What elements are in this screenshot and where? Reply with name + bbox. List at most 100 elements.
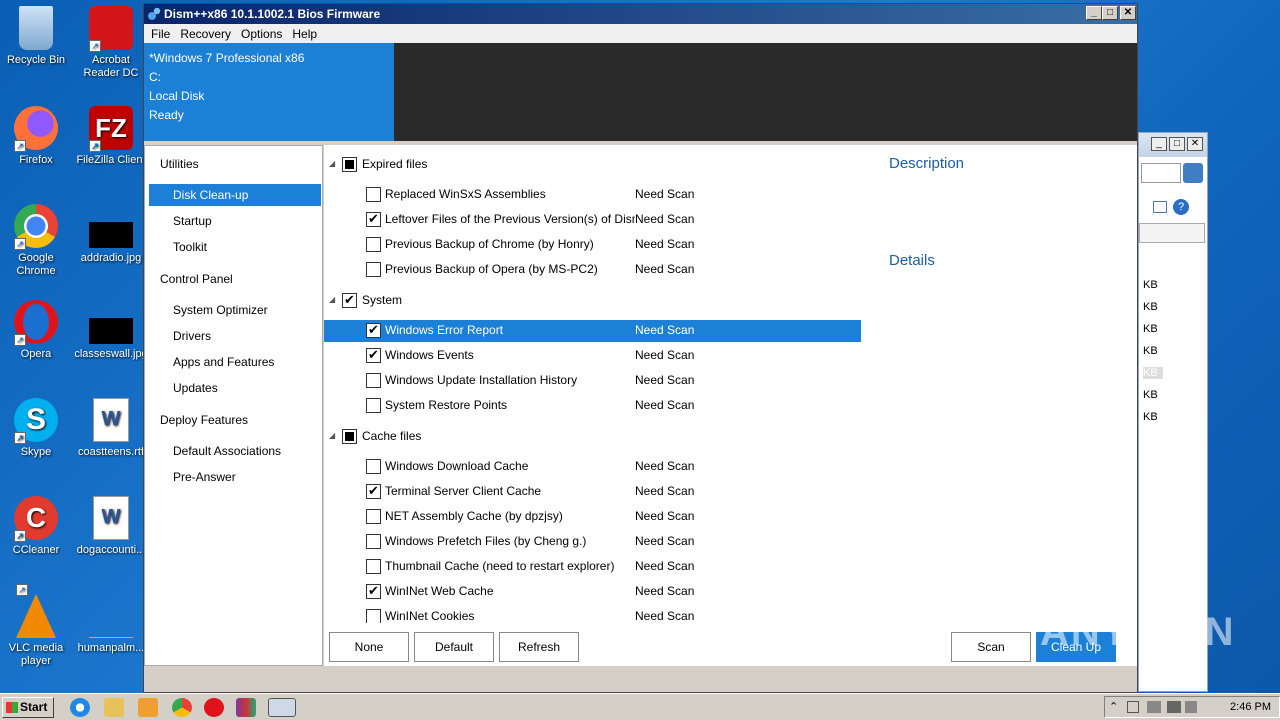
close-icon[interactable]: ✕ [1187, 137, 1203, 151]
list-item[interactable]: WinINet Cookies Need Scan [324, 606, 861, 623]
item-checkbox[interactable] [366, 583, 381, 599]
sidebar-item-updates[interactable]: Updates [173, 381, 218, 395]
item-checkbox[interactable] [366, 559, 381, 574]
desktop-icon-humanpalm[interactable]: humanpalm... [73, 594, 149, 655]
background-window[interactable]: _ □ ✕ ? KB KB KB KB KB KB KB [1138, 132, 1208, 692]
column-header[interactable] [1139, 223, 1205, 243]
group-expired-files[interactable]: ◢ Expired files [324, 154, 861, 176]
desktop-icon-dogaccounting[interactable]: W dogaccounti... [73, 496, 149, 557]
group-system[interactable]: ◢ System [324, 290, 861, 312]
refresh-button[interactable]: Refresh [499, 632, 579, 662]
maximize-icon[interactable]: □ [1169, 137, 1185, 151]
preview-pane-icon[interactable] [1153, 201, 1167, 213]
item-checkbox[interactable] [366, 187, 381, 202]
desktop-icon-opera[interactable]: ↗ Opera [0, 300, 74, 361]
image-info[interactable]: *Windows 7 Professional x86 C: Local Dis… [144, 43, 394, 141]
list-item[interactable]: WinINet Web Cache Need Scan [324, 581, 861, 603]
sidebar-item-pre-answer[interactable]: Pre-Answer [173, 470, 236, 484]
sidebar-item-disk-cleanup[interactable]: Disk Clean-up [149, 184, 321, 206]
item-checkbox[interactable] [366, 347, 381, 363]
tray-expand-icon[interactable]: ⌃ [1109, 700, 1118, 713]
list-item[interactable]: Windows Events Need Scan [324, 345, 861, 367]
list-item[interactable]: System Restore Points Need Scan [324, 395, 861, 417]
item-checkbox[interactable] [366, 459, 381, 474]
help-icon[interactable]: ? [1173, 199, 1189, 215]
desktop-icon-chrome[interactable]: ↗ Google Chrome [0, 204, 74, 278]
desktop-icon-coastteens[interactable]: W coastteens.rtf [73, 398, 149, 459]
list-item[interactable]: Thumbnail Cache (need to restart explore… [324, 556, 861, 578]
list-item[interactable]: Leftover Files of the Previous Version(s… [324, 209, 861, 231]
item-checkbox[interactable] [366, 609, 381, 623]
desktop-icon-classeswall[interactable]: classeswall.jpg [73, 300, 149, 361]
clock[interactable]: 2:46 PM [1230, 701, 1271, 713]
explorer-icon[interactable] [104, 698, 124, 717]
ie-icon[interactable] [70, 698, 90, 717]
menu-recovery[interactable]: Recovery [175, 27, 236, 41]
sidebar-item-default-associations[interactable]: Default Associations [173, 444, 281, 458]
collapse-arrow-icon[interactable]: ◢ [329, 159, 335, 168]
item-checkbox[interactable] [366, 398, 381, 413]
maximize-button[interactable]: □ [1102, 6, 1118, 20]
window-titlebar[interactable]: Dism++x86 10.1.1002.1 Bios Firmware _ □ … [144, 4, 1137, 24]
desktop-icon-firefox[interactable]: ↗ Firefox [0, 106, 74, 167]
sidebar-item-startup[interactable]: Startup [173, 214, 212, 228]
item-checkbox[interactable] [366, 483, 381, 499]
group-cache-files[interactable]: ◢ Cache files [324, 426, 861, 448]
volume-icon[interactable] [1185, 701, 1197, 713]
list-item[interactable]: Windows Update Installation History Need… [324, 370, 861, 392]
list-item[interactable]: Previous Backup of Chrome (by Honry) Nee… [324, 234, 861, 256]
list-item[interactable]: Windows Error Report Need Scan [324, 320, 861, 342]
item-checkbox[interactable] [366, 322, 381, 338]
item-checkbox[interactable] [366, 509, 381, 524]
media-player-icon[interactable] [138, 698, 158, 717]
item-checkbox[interactable] [366, 237, 381, 252]
item-checkbox[interactable] [366, 373, 381, 388]
desktop-icon-filezilla[interactable]: FZ ↗ FileZilla Client [73, 106, 149, 167]
list-item[interactable]: Previous Backup of Opera (by MS-PC2) Nee… [324, 259, 861, 281]
chrome-taskbar-icon[interactable] [172, 698, 192, 717]
desktop-icon-skype[interactable]: S ↗ Skype [0, 398, 74, 459]
dism-taskbar-icon[interactable] [268, 698, 296, 717]
flag-icon[interactable] [1127, 701, 1139, 713]
minimize-button[interactable]: _ [1086, 6, 1102, 20]
group-checkbox[interactable] [342, 157, 357, 172]
scan-button[interactable]: Scan [951, 632, 1031, 662]
desktop-icon-addradio[interactable]: addradio.jpg [73, 204, 149, 265]
opera-taskbar-icon[interactable] [204, 698, 224, 717]
collapse-arrow-icon[interactable]: ◢ [329, 295, 335, 304]
desktop-icon-recycle-bin[interactable]: Recycle Bin [0, 6, 74, 67]
sidebar-section-utilities[interactable]: Utilities [160, 157, 199, 171]
dism-window[interactable]: Dism++x86 10.1.1002.1 Bios Firmware _ □ … [143, 3, 1138, 693]
none-button[interactable]: None [329, 632, 409, 662]
close-button[interactable]: ✕ [1120, 6, 1136, 20]
sidebar-item-drivers[interactable]: Drivers [173, 329, 211, 343]
list-item[interactable]: Replaced WinSxS Assemblies Need Scan [324, 184, 861, 206]
network-icon[interactable] [1147, 701, 1161, 713]
start-button[interactable]: Start [2, 697, 54, 718]
list-item[interactable]: NET Assembly Cache (by dpzjsy) Need Scan [324, 506, 861, 528]
list-item[interactable]: Windows Prefetch Files (by Cheng g.) Nee… [324, 531, 861, 553]
search-icon[interactable] [1183, 163, 1203, 183]
default-button[interactable]: Default [414, 632, 494, 662]
item-checkbox[interactable] [366, 534, 381, 549]
menu-help[interactable]: Help [287, 27, 322, 41]
winrar-icon[interactable] [236, 698, 256, 717]
menu-file[interactable]: File [146, 27, 175, 41]
desktop-icon-ccleaner[interactable]: C ↗ CCleaner [0, 496, 74, 557]
sidebar-section-deploy-features[interactable]: Deploy Features [160, 413, 248, 427]
desktop-icon-vlc[interactable]: ↗ VLC media player [0, 584, 74, 668]
sidebar-item-system-optimizer[interactable]: System Optimizer [173, 303, 268, 317]
minimize-icon[interactable]: _ [1151, 137, 1167, 151]
item-checkbox[interactable] [366, 211, 381, 227]
list-item[interactable]: Terminal Server Client Cache Need Scan [324, 481, 861, 503]
group-checkbox[interactable] [342, 429, 357, 444]
search-field[interactable] [1141, 163, 1181, 183]
display-icon[interactable] [1167, 701, 1181, 713]
sidebar-item-apps-features[interactable]: Apps and Features [173, 355, 274, 369]
item-checkbox[interactable] [366, 262, 381, 277]
desktop-icon-acrobat[interactable]: ↗ Acrobat Reader DC [73, 6, 149, 80]
background-window-titlebar[interactable]: _ □ ✕ [1139, 133, 1207, 157]
group-checkbox[interactable] [342, 292, 357, 308]
sidebar-item-toolkit[interactable]: Toolkit [173, 240, 207, 254]
list-item[interactable]: Windows Download Cache Need Scan [324, 456, 861, 478]
